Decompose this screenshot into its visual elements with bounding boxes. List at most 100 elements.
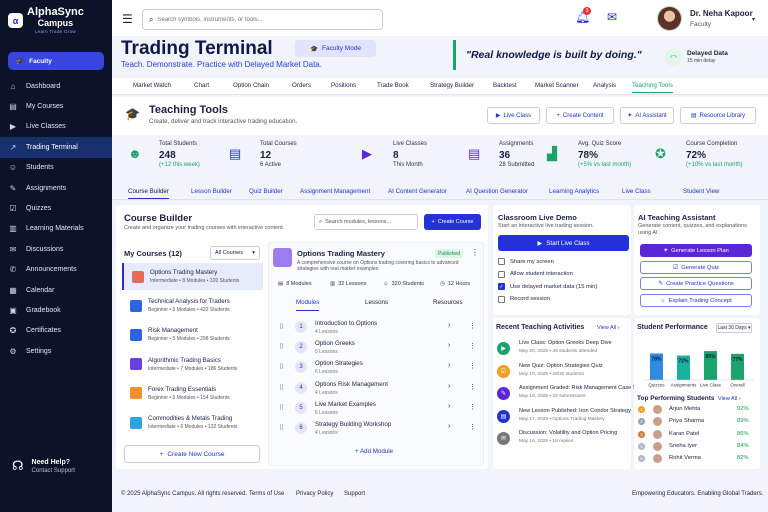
generate-lesson-plan-button[interactable]: ✦ Generate Lesson Plan xyxy=(640,244,752,257)
top-student-row[interactable]: 2 Priya Sharma 89% xyxy=(638,417,754,428)
sidebar-item-calendar[interactable]: ▦ Calendar xyxy=(0,280,112,300)
drag-handle-icon[interactable]: ⠿ xyxy=(279,384,284,392)
global-search[interactable]: ⌕ xyxy=(142,9,383,30)
tab-positions[interactable]: Positions xyxy=(331,82,356,89)
module-row[interactable]: ⠿ 3 Option Strategies 6 Lessons › ⋮ xyxy=(276,358,480,378)
sidebar-item-trading-terminal[interactable]: ↗ Trading Terminal xyxy=(0,137,112,158)
chevron-right-icon[interactable]: › xyxy=(448,383,450,390)
tab-assignment-management[interactable]: Assignment Management xyxy=(300,188,370,195)
more-options-icon[interactable]: ⋮ xyxy=(469,403,476,411)
top-student-row[interactable]: 3 Karan Patel 86% xyxy=(638,429,754,441)
more-options-icon[interactable]: ⋮ xyxy=(469,383,476,391)
help-link[interactable]: ☊ Need Help? Contact Support xyxy=(12,458,75,474)
checkbox[interactable] xyxy=(498,258,505,265)
faculty-mode-badge[interactable]: 🎓 Faculty Mode xyxy=(295,40,376,57)
tab-student-view[interactable]: Student View xyxy=(683,188,719,195)
top-students-view-all-link[interactable]: View All › xyxy=(718,396,741,402)
classroom-option-allow-student-interaction[interactable]: Allow student interaction xyxy=(498,270,573,278)
tab-strategy-builder[interactable]: Strategy Builder xyxy=(430,82,474,89)
create-new-course-button[interactable]: + Create New Course xyxy=(124,445,260,463)
drag-handle-icon[interactable]: ⠿ xyxy=(279,363,284,371)
chevron-down-icon[interactable]: ▾ xyxy=(752,16,755,23)
more-options-icon[interactable]: ⋮ xyxy=(471,248,479,257)
tab-quiz-builder[interactable]: Quiz Builder xyxy=(249,188,283,195)
start-live-class-button[interactable]: ▶ Start Live Class xyxy=(498,235,629,251)
course-list-item[interactable]: Risk Management Beginner • 5 Modules • 29… xyxy=(122,321,263,348)
course-list-item[interactable]: Algorithmic Trading Basics Intermediate •… xyxy=(122,351,263,378)
top-student-row[interactable]: 4 Sneha Iyer 84% xyxy=(638,441,754,453)
more-options-icon[interactable]: ⋮ xyxy=(469,322,476,330)
course-list-item[interactable]: Technical Analysis for Traders Beginner •… xyxy=(122,292,263,319)
tab-teaching-tools[interactable]: Teaching Tools xyxy=(632,82,673,93)
tab-course-builder[interactable]: Course Builder xyxy=(128,188,169,199)
chevron-right-icon[interactable]: › xyxy=(448,423,450,430)
sidebar-item-students[interactable]: ☺ Students xyxy=(0,158,112,178)
tab-analysis[interactable]: Analysis xyxy=(593,82,616,89)
module-row[interactable]: ⠿ 6 Strategy Building Workshop 4 Lessons › ⋮ xyxy=(276,419,480,439)
module-row[interactable]: ⠿ 4 Options Risk Management 4 Lessons › ⋮ xyxy=(276,379,480,399)
checkbox[interactable] xyxy=(498,270,505,278)
create-course-button[interactable]: + Create Course xyxy=(424,214,481,230)
bell-icon[interactable]: 🔔︎ 3 xyxy=(575,7,591,24)
tab-market-watch[interactable]: Market Watch xyxy=(133,82,171,89)
sidebar-item-gradebook[interactable]: ▣ Gradebook xyxy=(0,300,112,320)
checkbox[interactable] xyxy=(498,295,505,303)
module-row[interactable]: ⠿ 2 Option Greeks 5 Lessons › ⋮ xyxy=(276,338,480,358)
tab-option-chain[interactable]: Option Chain xyxy=(233,82,269,89)
course-list-item[interactable]: Commodities & Metals Trading Intermediate… xyxy=(122,409,263,436)
brand-logo[interactable]: α AlphaSync Campus Learn Trade Grow xyxy=(8,7,84,34)
generate-quiz-button[interactable]: ☑ Generate Quiz xyxy=(640,261,752,274)
chevron-right-icon[interactable]: › xyxy=(448,322,450,329)
tab-trade-book[interactable]: Trade Book xyxy=(377,82,409,89)
menu-icon[interactable]: ☰ xyxy=(122,12,133,26)
module-search[interactable]: ⌕ Search modules, lessons... xyxy=(314,214,418,230)
chevron-right-icon[interactable]: › xyxy=(448,403,450,410)
more-options-icon[interactable]: ⋮ xyxy=(469,362,476,370)
activity-item[interactable]: ✉ Discussion: Volatility and Option Prici… xyxy=(497,429,625,451)
user-avatar[interactable] xyxy=(657,6,682,31)
resource-library-button[interactable]: ▤ Resource Library xyxy=(680,107,756,124)
tab-learning-analytics[interactable]: Learning Analytics xyxy=(549,188,599,195)
sidebar-item-my-courses[interactable]: ▤ My Courses xyxy=(0,96,112,116)
drag-handle-icon[interactable]: ⠿ xyxy=(279,424,284,432)
activity-item[interactable]: ☑ New Quiz: Option Strategies Quiz May 19,… xyxy=(497,362,625,384)
sidebar-item-live-classes[interactable]: ▶ Live Classes xyxy=(0,117,112,137)
top-student-row[interactable]: 1 Arjun Mehta 92% xyxy=(638,405,754,416)
explain-trading-concept-button[interactable]: ☼ Explain Trading Concept xyxy=(640,294,752,307)
sidebar-item-settings[interactable]: ⚙ Settings xyxy=(0,341,112,361)
drag-handle-icon[interactable]: ⠿ xyxy=(279,404,284,412)
tab-modules[interactable]: Modules xyxy=(296,299,320,311)
tab-ai-content-generator[interactable]: AI Content Generator xyxy=(388,188,447,195)
tab-lesson-builder[interactable]: Lesson Builder xyxy=(191,188,232,195)
course-filter-select[interactable]: All Courses ▾ xyxy=(210,246,260,260)
tab-backtest[interactable]: Backtest xyxy=(493,82,517,89)
support-link[interactable]: Support xyxy=(344,491,365,497)
module-row[interactable]: ⠿ 5 Live Market Examples 5 Lessons › ⋮ xyxy=(276,399,480,419)
classroom-option-share-my-screen[interactable]: Share my screen xyxy=(498,258,554,265)
ai-assistant-button[interactable]: ✦ AI Assistant xyxy=(620,107,674,124)
checkbox[interactable]: ✓ xyxy=(498,283,505,290)
chevron-right-icon[interactable]: › xyxy=(448,342,450,349)
drag-handle-icon[interactable]: ⠿ xyxy=(279,343,284,351)
activity-item[interactable]: ✎ Assignment Graded: Risk Management Case… xyxy=(497,384,647,406)
privacy-link[interactable]: Privacy Policy xyxy=(296,491,333,497)
course-list-item[interactable]: Options Trading Mastery Intermediate • 8 … xyxy=(122,263,263,290)
activities-view-all-link[interactable]: View All › xyxy=(597,325,620,331)
user-name[interactable]: Dr. Neha Kapoor xyxy=(690,9,753,18)
create-practice-questions-button[interactable]: ✎ Create Practice Questions xyxy=(640,277,752,290)
sidebar-item-quizzes[interactable]: ☑ Quizzes xyxy=(0,198,112,218)
classroom-option-use-delayed-market-data-15-min[interactable]: ✓ Use delayed market data (15 min) xyxy=(498,283,597,290)
tab-ai-question-generator[interactable]: AI Question Generator xyxy=(466,188,528,195)
faculty-role-button[interactable]: 🎓 Faculty xyxy=(8,52,104,70)
tab-resources[interactable]: Resources xyxy=(433,299,463,306)
performance-range-select[interactable]: Last 30 Days ▾ xyxy=(716,323,752,333)
sidebar-item-learning-materials[interactable]: ▥ Learning Materials xyxy=(0,219,112,239)
more-options-icon[interactable]: ⋮ xyxy=(469,342,476,350)
live-class-button[interactable]: ▶ Live Class xyxy=(487,107,540,124)
sidebar-item-announcements[interactable]: ✆ Announcements xyxy=(0,260,112,280)
global-search-input[interactable] xyxy=(157,16,358,23)
tab-orders[interactable]: Orders xyxy=(292,82,311,89)
module-row[interactable]: ⠿ 1 Introduction to Options 4 Lessons › ⋮ xyxy=(276,318,480,338)
create-content-button[interactable]: + Create Content xyxy=(546,107,614,124)
activity-item[interactable]: ▤ New Lesson Published: Iron Condor Strat… xyxy=(497,407,631,429)
